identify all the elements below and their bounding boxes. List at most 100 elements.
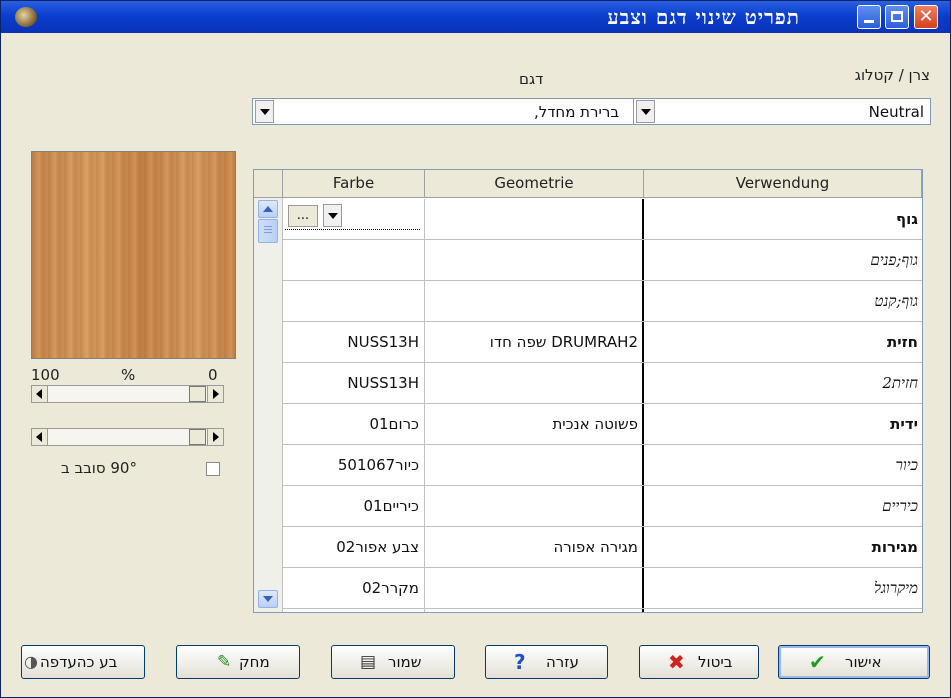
cell-geometrie[interactable] (425, 281, 644, 321)
table-row[interactable]: כיור501067 כיור (283, 445, 922, 486)
cell-geometrie[interactable] (425, 363, 644, 403)
table-row[interactable]: ... גוף (283, 199, 922, 240)
cell-farbe[interactable]: צבע אפור02 (283, 527, 425, 567)
slider-unit: % (121, 366, 136, 384)
slider-right-value: 0 (208, 366, 218, 384)
cell-verwendung[interactable]: חזית2 (644, 363, 922, 403)
help-button-label: עזרה (546, 653, 579, 671)
slider-thumb[interactable] (189, 386, 206, 402)
ok-button[interactable]: ✔ אישור (778, 645, 930, 679)
chevron-down-icon[interactable] (255, 100, 274, 123)
table-row[interactable]: צבע אפור02 מגירה אפורה מגירות (283, 527, 922, 568)
model-combo[interactable]: ברירת מחדל, (252, 98, 634, 125)
dialog-window: תפריט שינוי דגם וצבע ✕ צרן / קטלוג דגם ב… (0, 0, 951, 698)
cell-farbe[interactable]: NUSS13H (283, 322, 425, 362)
cell-farbe[interactable]: NUSS13H (283, 363, 425, 403)
column-header-geometrie[interactable]: Geometrie (425, 170, 644, 198)
arrow-left-icon[interactable] (32, 429, 48, 445)
arrow-right-icon[interactable] (207, 429, 223, 445)
cell-geometrie[interactable] (425, 486, 644, 526)
cell-verwendung[interactable]: חזית (644, 322, 922, 362)
save-button-label: שמור (388, 653, 422, 671)
cancel-button[interactable]: ✖ ביטול (639, 645, 759, 679)
vertical-scrollbar[interactable] (254, 198, 283, 612)
app-icon[interactable] (15, 7, 37, 27)
x-icon: ✖ (668, 650, 685, 674)
scroll-down-icon[interactable] (258, 590, 278, 608)
scroll-thumb[interactable] (258, 219, 278, 243)
preference-icon: ◑ (24, 652, 38, 671)
maximize-button[interactable] (885, 5, 909, 29)
rotate-label: 90° סובב ב (61, 459, 137, 477)
material-grid: Farbe Geometrie Verwendung ... גוף גוף;פני… (253, 169, 923, 613)
close-icon: ✕ (918, 6, 934, 27)
column-header-farbe[interactable]: Farbe (283, 170, 425, 198)
arrow-left-icon[interactable] (32, 386, 48, 402)
cell-farbe[interactable] (283, 281, 425, 321)
cell-verwendung[interactable]: כיור (644, 445, 922, 485)
cell-geometrie[interactable] (425, 199, 644, 239)
model-combo-value: ברירת מחדל, (533, 103, 619, 121)
window-title: תפריט שינוי דגם וצבע (607, 5, 800, 29)
scale-slider[interactable] (31, 428, 224, 446)
scroll-up-icon[interactable] (258, 200, 278, 218)
cell-farbe[interactable]: ... (283, 199, 425, 239)
cell-farbe[interactable]: מקרר02 (283, 568, 425, 608)
farbe-editor[interactable]: ... (285, 202, 420, 230)
catalog-label: צרן / קטלוג (854, 66, 930, 84)
title-bar[interactable]: תפריט שינוי דגם וצבע ✕ (1, 1, 950, 33)
minimize-button[interactable] (857, 5, 881, 29)
cell-geometrie[interactable] (425, 240, 644, 280)
question-icon: ? (514, 650, 526, 674)
cell-verwendung[interactable]: כיריים (644, 486, 922, 526)
chevron-down-icon[interactable] (323, 204, 342, 227)
table-row[interactable]: גוף;פנים (283, 240, 922, 281)
cell-verwendung[interactable]: גוף (644, 199, 922, 239)
save-icon: ▤ (360, 652, 377, 672)
cell-verwendung[interactable]: מסתור תאורה (644, 609, 922, 612)
close-button[interactable]: ✕ (914, 5, 938, 29)
cell-geometrie[interactable] (425, 609, 644, 612)
cell-farbe[interactable]: כרום01 (283, 404, 425, 444)
cell-geometrie[interactable] (425, 568, 644, 608)
delete-icon: ✎ (217, 652, 232, 672)
cell-geometrie[interactable] (425, 445, 644, 485)
ok-button-label: אישור (845, 653, 882, 671)
slider-left-value: 100 (31, 366, 60, 384)
chevron-down-icon[interactable] (636, 100, 655, 123)
rotate-checkbox[interactable] (206, 462, 220, 476)
cell-verwendung[interactable]: גוף;פנים (644, 240, 922, 280)
table-row[interactable]: כיריים01 כיריים (283, 486, 922, 527)
set-preference-button[interactable]: ◑ בע כהעדפה (21, 645, 145, 679)
cell-verwendung[interactable]: מגירות (644, 527, 922, 567)
table-row[interactable]: NUSS04Q מסתור תאורה (283, 609, 922, 612)
cell-verwendung[interactable]: ידית (644, 404, 922, 444)
catalog-combo-value: Neutral (868, 103, 924, 121)
table-row[interactable]: NUSS13H חזית2 (283, 363, 922, 404)
catalog-combo[interactable]: Neutral (633, 98, 931, 125)
texture-preview (31, 151, 236, 359)
slider-thumb[interactable] (189, 429, 206, 445)
delete-button[interactable]: ✎ מחק (176, 645, 300, 679)
cell-geometrie[interactable]: DRUMRAH2 שפה חדו (425, 322, 644, 362)
table-row[interactable]: גוף;קנט (283, 281, 922, 322)
cell-verwendung[interactable]: מיקרוגל (644, 568, 922, 608)
cell-geometrie[interactable]: מגירה אפורה (425, 527, 644, 567)
table-row[interactable]: NUSS13H DRUMRAH2 שפה חדו חזית (283, 322, 922, 363)
table-row[interactable]: כרום01 פשוטה אנכית ידית (283, 404, 922, 445)
table-row[interactable]: מקרר02 מיקרוגל (283, 568, 922, 609)
cell-farbe[interactable]: NUSS04Q (283, 609, 425, 612)
help-button[interactable]: ? עזרה (485, 645, 608, 679)
cell-farbe[interactable]: כיור501067 (283, 445, 425, 485)
column-header-verwendung[interactable]: Verwendung (644, 170, 922, 198)
cell-farbe[interactable]: כיריים01 (283, 486, 425, 526)
cell-farbe[interactable] (283, 240, 425, 280)
arrow-right-icon[interactable] (207, 386, 223, 402)
cell-verwendung[interactable]: גוף;קנט (644, 281, 922, 321)
preference-button-label: בע כהעדפה (40, 653, 118, 671)
header-corner (254, 170, 283, 198)
cell-geometrie[interactable]: פשוטה אנכית (425, 404, 644, 444)
browse-button[interactable]: ... (288, 205, 318, 227)
opacity-slider[interactable] (31, 385, 224, 403)
save-button[interactable]: ▤ שמור (331, 645, 455, 679)
